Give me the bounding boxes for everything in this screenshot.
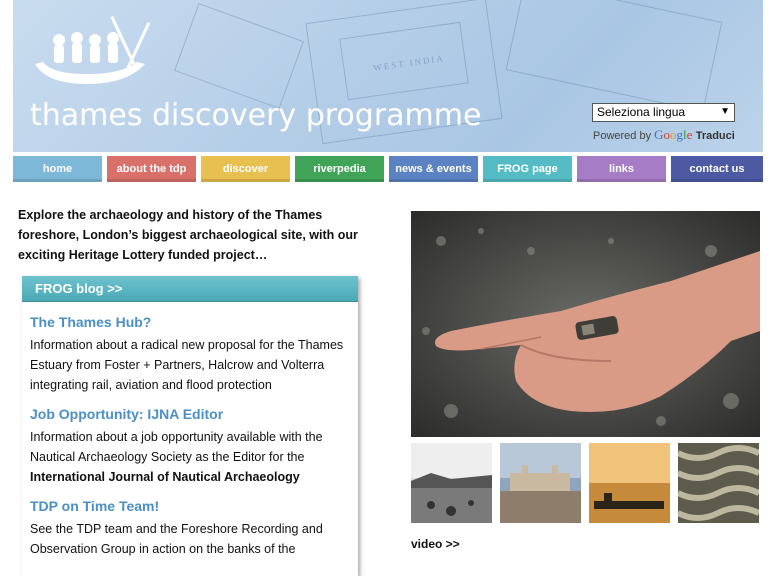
post-body: Information about a radical new proposal… (30, 338, 344, 392)
nav-item-links[interactable]: links (577, 156, 666, 182)
timber-thumbnail[interactable] (678, 443, 759, 523)
blog-post: The Thames Hub? Information about a radi… (30, 314, 350, 395)
google-translate-credit: Powered by Google Traduci (593, 127, 735, 143)
post-body: Information about a job opportunity avai… (30, 427, 350, 487)
powered-by-label: Powered by (593, 130, 652, 142)
post-title-link[interactable]: The Thames Hub? (30, 314, 350, 330)
nav-item-news-events[interactable]: news & events (389, 156, 478, 182)
language-select[interactable]: Seleziona lingua ▼ (592, 103, 735, 122)
map-decoration (505, 0, 723, 112)
map-decoration (174, 3, 304, 109)
post-body-emphasis: International Journal of Nautical Archae… (30, 470, 300, 484)
nav-item-home[interactable]: home (13, 156, 102, 182)
blog-post: Job Opportunity: IJNA Editor Information… (30, 406, 350, 487)
nav-item-about[interactable]: about the tdp (107, 156, 196, 182)
blog-header-link[interactable]: FROG blog >> (22, 276, 358, 302)
dropdown-arrow-icon: ▼ (720, 106, 730, 117)
frog-blog-panel: FROG blog >> The Thames Hub? Information… (22, 276, 358, 576)
translate-link[interactable]: Traduci (696, 130, 735, 142)
greenwich-thumbnail[interactable] (500, 443, 581, 523)
site-title: thames discovery programme (30, 98, 482, 133)
sunset-barge-thumbnail[interactable] (589, 443, 670, 523)
site-header: WEST INDIA thames discovery programme Se… (13, 0, 763, 152)
river-thumbnail[interactable] (411, 443, 492, 523)
nav-item-contact[interactable]: contact us (671, 156, 763, 182)
intro-text: Explore the archaeology and history of t… (18, 208, 358, 262)
boat-logo-icon[interactable] (27, 12, 157, 92)
google-logo[interactable]: Google (654, 127, 696, 142)
post-title-link[interactable]: Job Opportunity: IJNA Editor (30, 406, 350, 422)
post-body: See the TDP team and the Foreshore Recor… (30, 522, 323, 556)
nav-item-riverpedia[interactable]: riverpedia (295, 156, 384, 182)
main-nav: home about the tdp discover riverpedia n… (13, 156, 763, 182)
post-body-text: Information about a job opportunity avai… (30, 430, 323, 464)
blog-post: TDP on Time Team! See the TDP team and t… (30, 498, 350, 559)
language-select-value: Seleziona lingua (597, 105, 686, 119)
nav-item-discover[interactable]: discover (201, 156, 290, 182)
hand-holding-artifact-photo[interactable] (411, 211, 760, 437)
nav-item-frog-page[interactable]: FROG page (483, 156, 572, 182)
post-title-link[interactable]: TDP on Time Team! (30, 498, 350, 514)
video-link[interactable]: video >> (411, 537, 460, 551)
